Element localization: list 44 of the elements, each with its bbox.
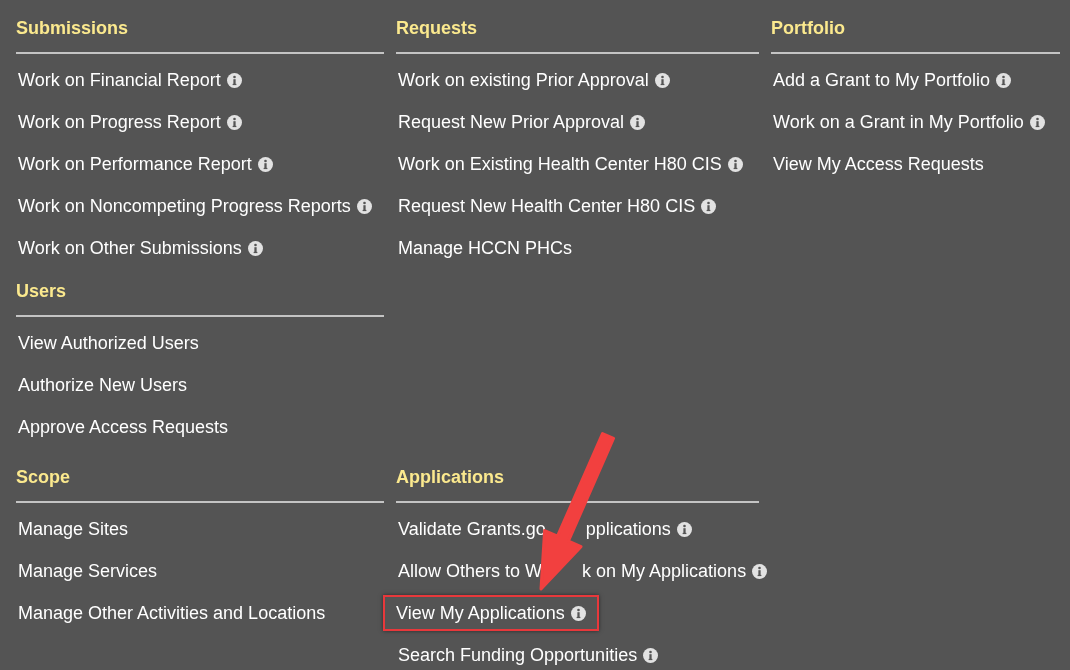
- menu-link[interactable]: View Authorized Users: [16, 330, 201, 356]
- menu-link[interactable]: Work on existing Prior Approval: [396, 67, 672, 93]
- menu-link[interactable]: Allow Others to W k on My Applications: [396, 558, 770, 584]
- info-icon[interactable]: [1029, 114, 1045, 130]
- menu-link[interactable]: Work on Performance Report: [16, 151, 275, 177]
- info-icon[interactable]: [643, 647, 659, 663]
- menu-link[interactable]: Validate Grants.go pplications: [396, 516, 694, 542]
- info-icon[interactable]: [226, 114, 242, 130]
- menu-link[interactable]: Manage Other Activities and Locations: [16, 600, 328, 626]
- info-icon[interactable]: [630, 114, 646, 130]
- menu-link[interactable]: Work on Financial Report: [16, 67, 244, 93]
- info-icon[interactable]: [654, 72, 670, 88]
- menu-link[interactable]: Search Funding Opportunities: [396, 642, 661, 668]
- info-icon[interactable]: [356, 198, 372, 214]
- menu-link[interactable]: Work on Noncompeting Progress Reports: [16, 193, 374, 219]
- info-icon[interactable]: [727, 156, 743, 172]
- info-icon[interactable]: [752, 563, 768, 579]
- menu-link[interactable]: Manage Sites: [16, 516, 131, 542]
- menu-link[interactable]: View My Access Requests: [771, 151, 986, 177]
- menu-link[interactable]: Approve Access Requests: [16, 414, 231, 440]
- menu-link[interactable]: Work on Existing Health Center H80 CIS: [396, 151, 745, 177]
- menu-link[interactable]: Work on a Grant in My Portfolio: [771, 109, 1047, 135]
- info-icon[interactable]: [676, 521, 692, 537]
- section-heading: Requests: [396, 18, 478, 38]
- section-heading: Scope: [16, 467, 71, 487]
- info-icon[interactable]: [226, 72, 242, 88]
- menu-link[interactable]: Manage Services: [16, 558, 160, 584]
- section-heading: Submissions: [16, 18, 129, 38]
- info-icon[interactable]: [701, 198, 717, 214]
- menu-link[interactable]: Work on Progress Report: [16, 109, 244, 135]
- menu-link[interactable]: Add a Grant to My Portfolio: [771, 67, 1014, 93]
- menu-link[interactable]: Manage HCCN PHCs: [396, 235, 575, 261]
- menu-link[interactable]: Work on Other Submissions: [16, 235, 265, 261]
- section-heading: Users: [16, 281, 67, 301]
- section-heading: Applications: [396, 467, 504, 487]
- info-icon[interactable]: [247, 240, 263, 256]
- info-icon[interactable]: [570, 605, 586, 621]
- menu-link[interactable]: Request New Prior Approval: [396, 109, 648, 135]
- section-heading: Portfolio: [771, 18, 845, 38]
- info-icon[interactable]: [996, 72, 1012, 88]
- menu-link[interactable]: Request New Health Center H80 CIS: [396, 193, 719, 219]
- menu-link[interactable]: View My Applications: [383, 595, 599, 631]
- menu-link[interactable]: Authorize New Users: [16, 372, 190, 398]
- info-icon[interactable]: [257, 156, 273, 172]
